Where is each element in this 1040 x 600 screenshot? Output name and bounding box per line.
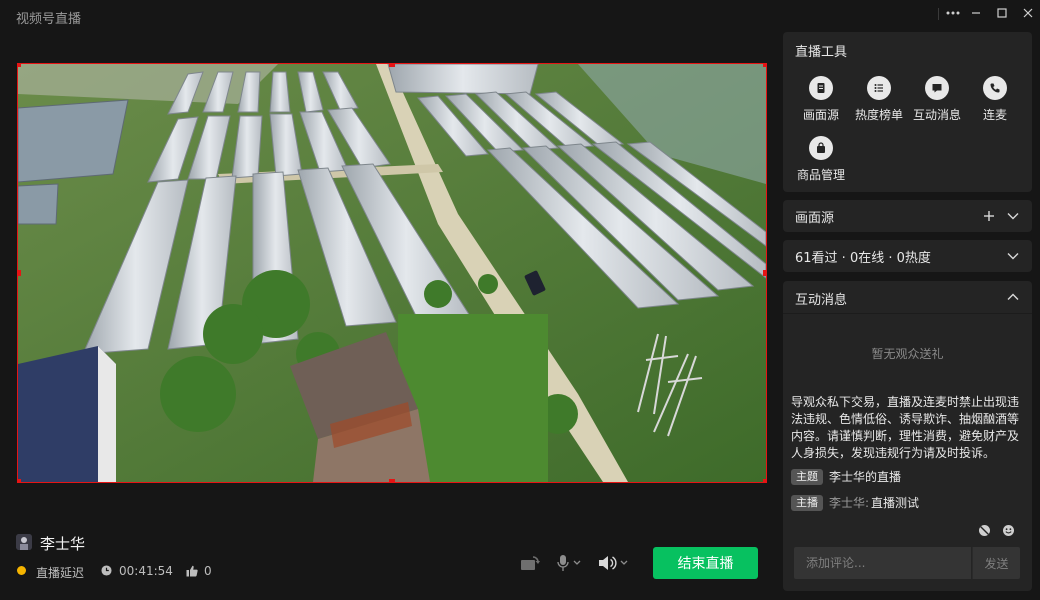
stats-section[interactable]: 61看过 · 0在线 · 0热度 (783, 240, 1032, 272)
resize-handle[interactable] (763, 479, 766, 482)
like-count: 0 (204, 564, 212, 578)
resize-handle[interactable] (389, 64, 395, 67)
live-tools-panel: 直播工具 画面源 热度榜单 互动消息 连麦 商品管理 (783, 32, 1032, 192)
tool-source[interactable]: 画面源 (789, 76, 853, 123)
close-icon[interactable] (1017, 4, 1039, 22)
live-stats: 61看过 · 0在线 · 0热度 (795, 250, 931, 266)
live-preview[interactable] (17, 63, 767, 483)
tool-hot-list[interactable]: 热度榜单 (847, 76, 911, 123)
phone-icon (983, 76, 1007, 100)
message-item: 主播 李士华: 直播测试 (791, 494, 919, 511)
send-button[interactable]: 发送 (972, 547, 1020, 579)
stream-status: 直播延迟 (36, 566, 85, 580)
tool-label: 互动消息 (912, 108, 961, 122)
thumbs-up-icon (186, 565, 198, 580)
minimize-icon[interactable] (965, 4, 987, 22)
chat-icon (925, 76, 949, 100)
interact-title: 互动消息 (795, 293, 848, 308)
source-title: 画面源 (795, 210, 835, 226)
tool-label: 画面源 (802, 108, 839, 122)
panel-divider (783, 313, 1032, 314)
resize-handle[interactable] (18, 479, 21, 482)
message-text: 李士华的直播 (829, 470, 902, 484)
message-tag: 主题 (791, 468, 823, 485)
interaction-panel: 互动消息 暂无观众送礼 导观众私下交易，直播及连麦时禁止出现违法违规、色情低俗、… (783, 281, 1032, 591)
avatar (16, 534, 32, 550)
document-icon (809, 76, 833, 100)
block-gift-icon[interactable] (977, 523, 991, 537)
tools-title: 直播工具 (795, 45, 848, 60)
tool-co-host[interactable]: 连麦 (963, 76, 1027, 123)
camera-rotate-icon[interactable] (520, 553, 540, 573)
resize-handle[interactable] (763, 270, 766, 276)
status-dot (17, 566, 26, 575)
chevron-up-icon[interactable] (1006, 290, 1020, 304)
resize-handle[interactable] (18, 64, 21, 67)
comment-input[interactable] (794, 547, 971, 579)
streamer-name: 李士华 (40, 535, 86, 553)
source-section[interactable]: 画面源 (783, 200, 1032, 232)
end-live-button[interactable]: 结束直播 (653, 547, 758, 579)
message-clip (783, 381, 1032, 391)
message-item: 主题 李士华的直播 (791, 468, 901, 485)
message-author: 李士华: (829, 496, 870, 510)
tool-label: 连麦 (982, 108, 1007, 122)
window-title: 视频号直播 (16, 12, 82, 27)
tool-label: 热度榜单 (854, 108, 903, 122)
more-icon[interactable] (942, 4, 964, 22)
message-tag: 主播 (791, 494, 823, 511)
resize-handle[interactable] (763, 64, 766, 67)
shopping-bag-icon (809, 136, 833, 160)
clock-icon (101, 565, 112, 579)
chevron-down-icon[interactable] (1006, 209, 1020, 223)
chevron-down-icon[interactable] (1006, 249, 1020, 263)
speaker-icon[interactable] (598, 553, 630, 573)
resize-handle[interactable] (18, 270, 21, 276)
list-icon (867, 76, 891, 100)
preview-image (18, 64, 766, 482)
title-divider (938, 8, 939, 20)
add-icon[interactable] (982, 209, 996, 223)
resize-handle[interactable] (389, 479, 395, 482)
maximize-icon[interactable] (991, 4, 1013, 22)
emoji-icon[interactable] (1001, 523, 1015, 537)
empty-gift-text: 暂无观众送礼 (871, 347, 944, 361)
microphone-icon[interactable] (556, 553, 582, 573)
tool-label: 商品管理 (796, 168, 845, 182)
live-duration: 00:41:54 (119, 564, 173, 578)
notice-text: 导观众私下交易，直播及连麦时禁止出现违法违规、色情低俗、诱导欺诈、抽烟酗酒等内容… (791, 395, 1020, 460)
tool-messages[interactable]: 互动消息 (905, 76, 969, 123)
tool-products[interactable]: 商品管理 (789, 136, 853, 183)
message-text: 直播测试 (871, 496, 920, 510)
